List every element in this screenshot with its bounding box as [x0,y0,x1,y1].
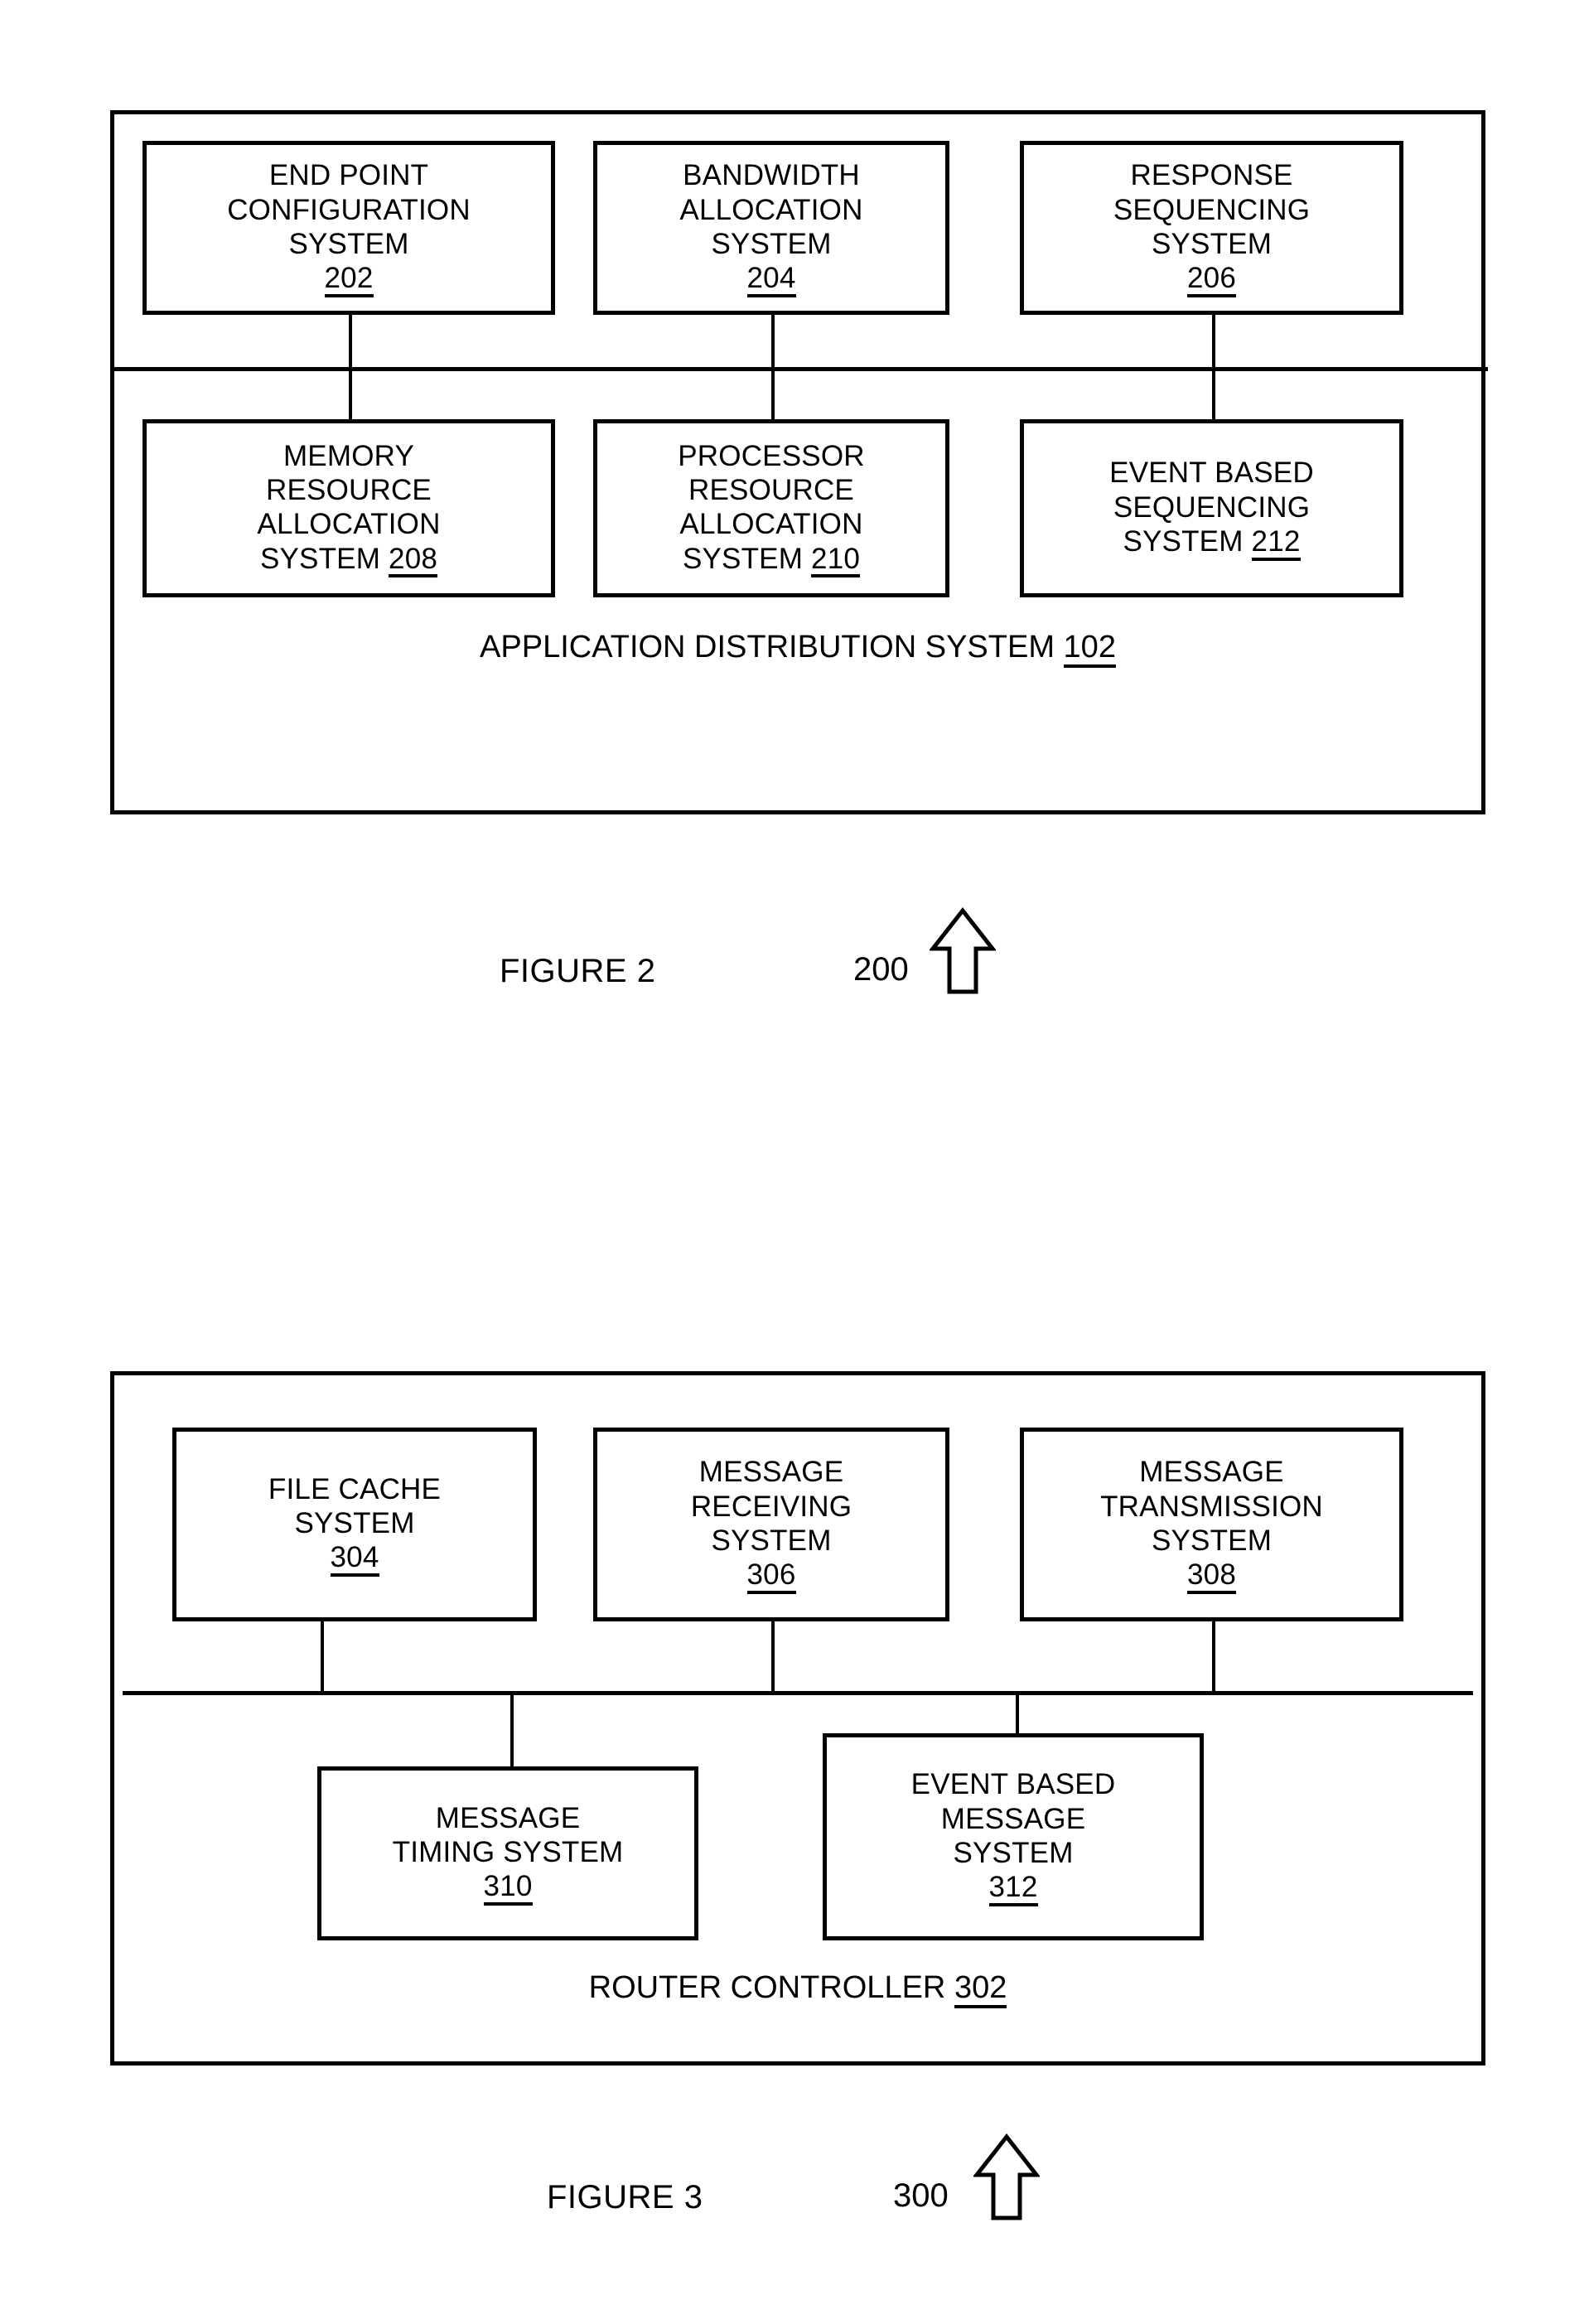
module-reference-numeral: 206 [1187,263,1236,297]
module-line: MESSAGE [940,1802,1086,1835]
module-event-based-sequencing-system: EVENT BASED SEQUENCING SYSTEM 212 [1020,419,1403,597]
figure-2-frame-label-number: 102 [1063,631,1116,668]
module-line: EVENT BASED [1109,457,1314,490]
module-event-based-message-system: EVENT BASED MESSAGE SYSTEM 312 [823,1733,1204,1940]
module-reference-numeral: 210 [811,544,861,578]
module-line: FILE CACHE [268,1472,442,1505]
module-line: SYSTEM [711,227,832,260]
figure-3-frame-label-text: ROUTER CONTROLLER [588,1970,946,2005]
system-bus-line [113,367,1488,371]
module-line: SYSTEM [711,1524,832,1557]
bus-tap-310 [510,1693,514,1768]
bus-tap-208 [349,370,352,421]
module-line: ALLOCATION [679,193,863,226]
module-file-cache-system: FILE CACHE SYSTEM 304 [172,1428,537,1621]
module-line: SEQUENCING [1113,490,1311,524]
bus-tap-206 [1212,315,1215,370]
bus-tap-202 [349,315,352,370]
module-line: MESSAGE [698,1456,844,1489]
module-line: TRANSMISSION [1100,1490,1323,1523]
bus-tap-308 [1212,1621,1215,1693]
figure-3-caption: FIGURE 3 [547,2179,703,2215]
module-line: ALLOCATION [257,508,441,541]
module-end-point-configuration-system: END POINT CONFIGURATION SYSTEM 202 [142,141,555,315]
up-arrow-icon-300 [972,2132,1041,2227]
module-line: CONFIGURATION [227,193,471,226]
module-line: MESSAGE [435,1801,581,1834]
module-line: RESPONSE [1130,159,1293,192]
module-message-timing-system: MESSAGE TIMING SYSTEM 310 [317,1766,698,1940]
module-reference-numeral: 304 [330,1543,379,1578]
module-reference-numeral: 310 [483,1872,533,1906]
module-reference-numeral: 208 [389,544,438,578]
module-line: END POINT [268,159,429,192]
module-line: SYSTEM [1151,1524,1273,1557]
module-line: RESOURCE [266,474,432,506]
module-memory-resource-allocation-system: MEMORY RESOURCE ALLOCATION SYSTEM 208 [142,419,555,597]
figure-3-frame-label: ROUTER CONTROLLER 302 [114,1970,1481,2008]
module-line: MEMORY [283,439,415,472]
module-line: EVENT BASED [910,1768,1116,1801]
bus-tap-306 [771,1621,775,1693]
figure-3-reference-numeral: 300 [893,2177,949,2214]
module-line: SYSTEM [1151,227,1273,260]
module-reference-numeral: 202 [324,263,374,297]
figure-2-frame-label-text: APPLICATION DISTRIBUTION SYSTEM [480,630,1055,664]
module-line: SYSTEM [259,542,381,575]
bus-tap-304 [321,1621,324,1693]
figure-3-frame-label-number: 302 [954,1972,1007,2008]
figure-2-outer-frame: END POINT CONFIGURATION SYSTEM 202 BANDW… [110,110,1488,814]
bus-tap-204 [771,315,775,370]
bus-tap-212 [1212,370,1215,421]
module-line: SYSTEM [288,227,409,260]
module-reference-numeral: 312 [988,1872,1038,1906]
module-processor-resource-allocation-system: PROCESSOR RESOURCE ALLOCATION SYSTEM 210 [593,419,949,597]
module-line: SYSTEM [294,1507,415,1540]
bus-tap-210 [771,370,775,421]
module-reference-numeral: 204 [746,263,796,297]
module-reference-numeral: 306 [746,1560,796,1594]
module-line: SYSTEM [682,542,804,575]
module-line: MESSAGE [1139,1456,1284,1489]
module-line: BANDWIDTH [683,159,860,192]
module-response-sequencing-system: RESPONSE SEQUENCING SYSTEM 206 [1020,141,1403,315]
module-line: SYSTEM [953,1836,1074,1869]
up-arrow-icon-200 [928,906,997,1001]
module-message-transmission-system: MESSAGE TRANSMISSION SYSTEM 308 [1020,1428,1403,1621]
module-line: SYSTEM [1123,524,1244,558]
system-bus-line [123,1691,1473,1695]
bus-tap-312 [1016,1693,1019,1735]
module-line: TIMING SYSTEM [392,1836,624,1869]
module-line: SEQUENCING [1113,193,1311,226]
module-reference-numeral: 308 [1187,1560,1236,1594]
module-bandwidth-allocation-system: BANDWIDTH ALLOCATION SYSTEM 204 [593,141,949,315]
figure-3-outer-frame: FILE CACHE SYSTEM 304 MESSAGE RECEIVING … [110,1371,1485,2066]
module-line: ALLOCATION [679,508,863,541]
module-line: RECEIVING [690,1490,852,1523]
module-line: RESOURCE [688,474,854,506]
module-line: PROCESSOR [678,439,865,472]
figure-2-frame-label: APPLICATION DISTRIBUTION SYSTEM 102 [114,630,1481,668]
module-reference-numeral: 212 [1251,527,1301,561]
figure-2-caption: FIGURE 2 [500,953,656,989]
figure-2-reference-numeral: 200 [853,951,909,988]
module-message-receiving-system: MESSAGE RECEIVING SYSTEM 306 [593,1428,949,1621]
